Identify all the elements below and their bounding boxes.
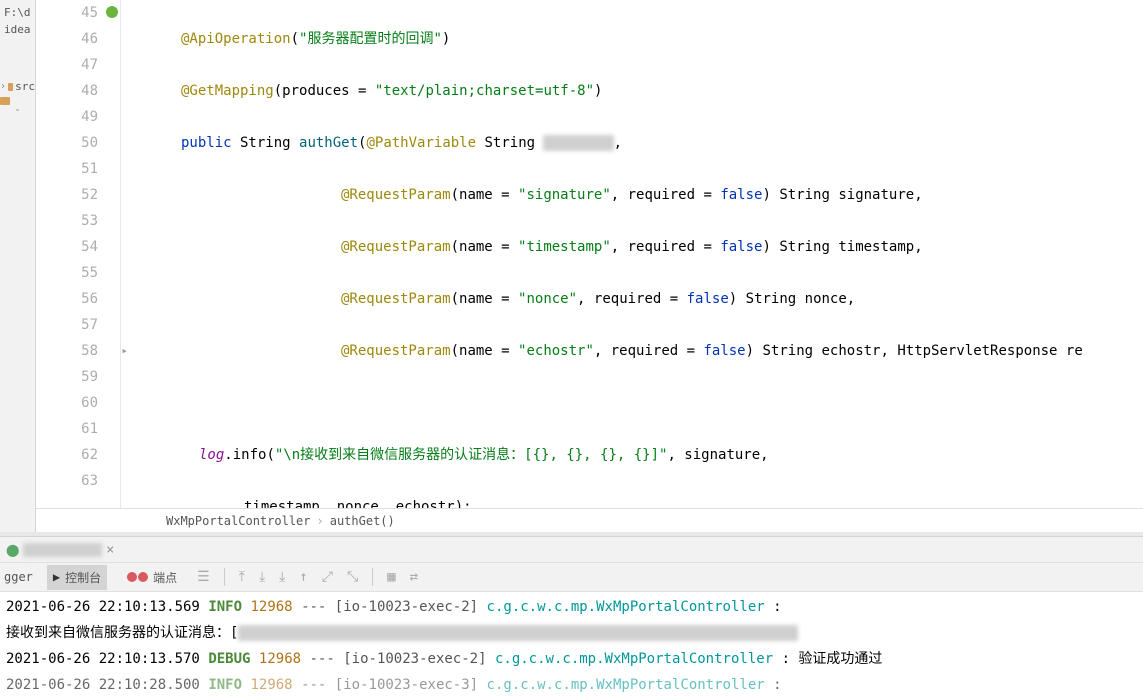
breakpoint-icon	[138, 572, 148, 582]
debugger-tab-label[interactable]: gger	[4, 570, 33, 584]
sidebar-src-label: src	[15, 80, 35, 93]
annotation: @RequestParam	[341, 343, 451, 359]
project-root-label: F:\d	[0, 4, 35, 21]
annotation: @GetMapping	[181, 83, 274, 99]
line-number: 52	[36, 182, 98, 208]
line-number: 47	[36, 52, 98, 78]
bug-icon: ⬤	[6, 543, 19, 557]
filter-icon[interactable]: ☰	[197, 569, 210, 585]
line-number: 57	[36, 312, 98, 338]
breakpoint-icon	[127, 572, 137, 582]
annotation: @RequestParam	[341, 291, 451, 307]
line-number: 45	[36, 0, 98, 26]
folder-icon	[0, 97, 10, 105]
string-literal: "signature"	[518, 187, 611, 203]
line-number: 59	[36, 364, 98, 390]
code-content[interactable]: @ApiOperation("服务器配置时的回调") @GetMapping(p…	[121, 0, 1143, 508]
keyword: false	[720, 239, 762, 255]
line-number: 55	[36, 260, 98, 286]
line-number: 63	[36, 468, 98, 494]
chevron-right-icon: ›	[0, 81, 6, 92]
line-number: 51	[36, 156, 98, 182]
sidebar-item-src[interactable]: › src	[0, 78, 35, 95]
step-icon[interactable]: ⤡	[347, 569, 358, 585]
spring-icon[interactable]	[106, 6, 118, 18]
line-number: 48	[36, 78, 98, 104]
log-line: 2021-06-26 22:10:13.570 DEBUG 12968 --- …	[6, 646, 1137, 672]
keyword: false	[720, 187, 762, 203]
keyword: public	[181, 135, 232, 151]
annotation: @RequestParam	[341, 239, 451, 255]
type: String	[232, 135, 299, 151]
line-number: 58 ▸	[36, 338, 98, 364]
code-text: timestamp, nonce, echostr);	[244, 499, 472, 508]
line-number: 62	[36, 442, 98, 468]
chevron-down-icon[interactable]: ˇ	[0, 107, 35, 122]
console-label: 控制台	[65, 569, 101, 586]
method-name: authGet	[299, 135, 358, 151]
run-config-tab[interactable]: ⬤ xxxxxxx ×	[6, 542, 114, 558]
breadcrumb-class[interactable]: WxMpPortalController	[166, 514, 311, 528]
annotation: @PathVariable	[366, 135, 476, 151]
annotation: @ApiOperation	[181, 31, 291, 47]
project-idea-label: idea	[0, 21, 35, 38]
line-number: 54	[36, 234, 98, 260]
step-into-icon[interactable]: ↑	[299, 569, 307, 585]
line-number: 56	[36, 286, 98, 312]
string-literal: "echostr"	[518, 343, 594, 359]
step-over-icon[interactable]: ⤓	[279, 569, 285, 585]
breakpoint-label: 端点	[153, 569, 177, 586]
keyword: false	[703, 343, 745, 359]
breadcrumb[interactable]: WxMpPortalController › authGet()	[36, 508, 1143, 532]
close-icon[interactable]: ×	[106, 542, 114, 558]
console-output[interactable]: 2021-06-26 22:10:13.569 INFO 12968 --- […	[0, 592, 1143, 700]
breadcrumb-method[interactable]: authGet()	[330, 514, 395, 528]
keyword: false	[687, 291, 729, 307]
run-tab-bar: ⬤ xxxxxxx ×	[0, 536, 1143, 562]
blurred-text: xxxxx	[543, 135, 613, 151]
string-literal: "text/plain;charset=utf-8"	[375, 83, 594, 99]
blurred-text: xxxxxxx	[23, 543, 102, 557]
play-icon: ▶	[53, 570, 60, 584]
line-number: 61	[36, 416, 98, 442]
line-number: 46	[36, 26, 98, 52]
separator	[224, 568, 225, 586]
log-line: 接收到来自微信服务器的认证消息：[	[6, 620, 1137, 646]
console-tab[interactable]: ▶ 控制台	[47, 565, 107, 590]
breakpoints-tab[interactable]: 端点	[121, 565, 183, 590]
calculator-icon[interactable]: ▦	[387, 569, 395, 585]
folder-icon	[8, 83, 13, 91]
editor-area: 45 46 47 48 49 50 51 52 53 54 55 56 57 5…	[36, 0, 1143, 532]
string-literal: "\n接收到来自微信服务器的认证消息：[{}, {}, {}, {}]"	[275, 447, 668, 463]
line-number: 60	[36, 390, 98, 416]
step-down-icon[interactable]: ⤓	[259, 569, 265, 585]
string-literal: "timestamp"	[518, 239, 611, 255]
string-literal: "服务器配置时的回调"	[299, 31, 442, 47]
line-number: 50	[36, 130, 98, 156]
sidebar-item-folder[interactable]	[0, 95, 35, 107]
log-line: 2021-06-26 22:10:13.569 INFO 12968 --- […	[6, 594, 1137, 620]
project-sidebar[interactable]: F:\d idea › src ˇ	[0, 0, 36, 532]
string-literal: "nonce"	[518, 291, 577, 307]
line-number: 49	[36, 104, 98, 130]
code-text: produces =	[282, 83, 375, 99]
field-ref: log	[199, 447, 224, 463]
annotation: @RequestParam	[341, 187, 451, 203]
settings-icon[interactable]: ⇄	[410, 569, 418, 585]
type: String	[476, 135, 543, 151]
step-up-icon[interactable]: ⤒	[239, 569, 245, 585]
debug-toolbar: gger ▶ 控制台 端点 ☰ ⤒ ⤓ ⤓ ↑ ⤢ ⤡ ▦ ⇄	[0, 562, 1143, 592]
blurred-text	[238, 625, 798, 641]
code-editor[interactable]: 45 46 47 48 49 50 51 52 53 54 55 56 57 5…	[36, 0, 1143, 508]
step-out-icon[interactable]: ⤢	[322, 569, 333, 585]
line-number: 53	[36, 208, 98, 234]
editor-gutter[interactable]: 45 46 47 48 49 50 51 52 53 54 55 56 57 5…	[36, 0, 121, 508]
chevron-right-icon: ›	[317, 514, 324, 528]
separator	[372, 568, 373, 586]
log-line: 2021-06-26 22:10:28.500 INFO 12968 --- […	[6, 672, 1137, 698]
